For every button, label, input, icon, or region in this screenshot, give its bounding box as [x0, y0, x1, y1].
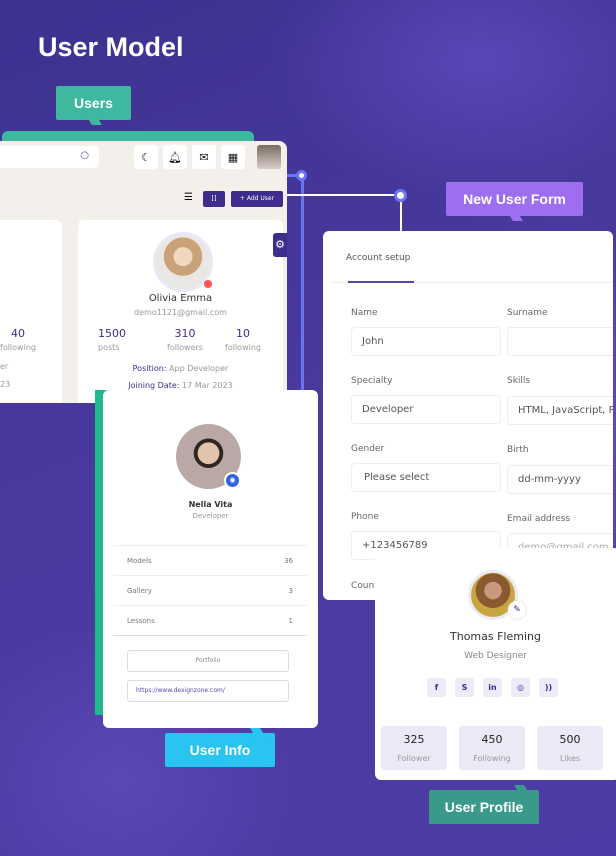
user-role: Developer — [192, 512, 229, 520]
user-profile-tag: User Profile — [429, 790, 539, 824]
surname-field[interactable] — [507, 327, 613, 356]
name-label: Name — [351, 308, 378, 318]
user-name: Nella Vita — [188, 500, 233, 509]
stat-value: 450 — [481, 733, 503, 746]
search-input[interactable]: ○ — [0, 146, 99, 168]
status-indicator — [204, 280, 212, 288]
new-user-form-tag: New User Form — [446, 182, 583, 216]
joining-label: Joining Date: — [128, 381, 180, 390]
row-value: 36 — [284, 556, 293, 565]
following-label: following — [0, 343, 36, 352]
following-count: 10 — [236, 327, 250, 340]
row-label: Lessons — [127, 616, 155, 625]
new-user-form: Account setup Name John Surname Specialt… — [323, 231, 613, 600]
position-text: er — [0, 362, 9, 371]
users-panel: ○ ☾ 🔔︎ ✉ ▦ ☰ ⁞⁞ + Add User 40 following … — [0, 141, 287, 403]
position-label: Position: — [132, 364, 167, 373]
connector-line — [301, 174, 304, 410]
posts-count: 1500 — [98, 327, 126, 340]
avatar[interactable] — [257, 145, 281, 169]
birth-field[interactable]: dd-mm-yyyy — [507, 465, 613, 494]
skills-label: Skills — [507, 376, 531, 386]
stat-value: 500 — [559, 733, 581, 746]
row-value: 3 — [288, 586, 293, 595]
followers-count: 310 — [174, 327, 196, 340]
tab-indicator — [348, 281, 414, 283]
specialty-field[interactable]: Developer — [351, 395, 501, 424]
stat-label: Likes — [559, 754, 581, 763]
joining-text: 23 — [0, 380, 11, 389]
website-link[interactable]: https://www.dexignzone.com/ — [127, 680, 289, 702]
facebook-icon[interactable]: f — [427, 678, 446, 697]
add-user-button[interactable]: + Add User — [231, 191, 283, 207]
connector-line — [287, 194, 400, 196]
linkedin-icon[interactable]: in — [483, 678, 502, 697]
user-info-card: ◉ Nella Vita Developer Models 36 Gallery 3… — [103, 390, 318, 728]
posts-label: posts — [98, 343, 120, 352]
likes-stat: 500 Likes — [537, 726, 603, 770]
user-name: Thomas Fleming — [450, 630, 541, 643]
row-value: 1 — [288, 616, 293, 625]
edit-icon[interactable]: ✎ — [508, 601, 526, 619]
birth-label: Birth — [507, 445, 529, 455]
users-tag: Users — [56, 86, 131, 120]
user-profile-card: ✎ Thomas Fleming Web Designer f S in ◎ )… — [375, 548, 616, 780]
phone-label: Phone — [351, 512, 379, 522]
rss-icon[interactable]: )) — [539, 678, 558, 697]
joining-value: 17 Mar 2023 — [182, 381, 233, 390]
grid-view-icon[interactable]: ⁞⁞ — [203, 191, 225, 207]
connector-dot — [296, 170, 307, 181]
user-card[interactable]: Olivia Emma demo1121@gmail.com 1500 posts… — [78, 220, 283, 403]
stat-label: Following — [473, 754, 511, 763]
moon-icon[interactable]: ☾ — [134, 145, 158, 169]
instagram-icon[interactable]: ◎ — [511, 678, 530, 697]
gear-icon[interactable]: ⚙ — [273, 233, 287, 257]
search-icon[interactable]: ○ — [80, 150, 89, 161]
row-label: Gallery — [127, 586, 152, 595]
stat-value: 325 — [403, 733, 425, 746]
list-item[interactable]: Models 36 — [113, 545, 307, 575]
surname-label: Surname — [507, 308, 548, 318]
user-email: demo1121@gmail.com — [134, 308, 227, 317]
connector-dot — [394, 189, 407, 202]
tab-account-setup[interactable]: Account setup — [346, 253, 410, 263]
user-role: Web Designer — [464, 651, 527, 661]
position-value: App Developer — [169, 364, 229, 373]
inbox-icon[interactable]: ✉ — [192, 145, 216, 169]
page-title: User Model — [38, 32, 184, 62]
skype-icon[interactable]: S — [455, 678, 474, 697]
following-label: following — [225, 343, 261, 352]
stage: User Model Users ○ ☾ 🔔︎ ✉ ▦ ☰ ⁞⁞ + Add U… — [0, 0, 616, 856]
follower-stat: 325 Follower — [381, 726, 447, 770]
row-label: Models — [127, 556, 152, 565]
list-item[interactable]: Lessons 1 — [113, 605, 307, 635]
user-info-tag: User Info — [165, 733, 275, 767]
following-count: 40 — [11, 327, 25, 340]
gender-label: Gender — [351, 444, 385, 454]
specialty-label: Specialty — [351, 376, 393, 386]
followers-label: followers — [167, 343, 203, 352]
bell-icon[interactable]: 🔔︎ — [163, 145, 187, 169]
stat-label: Follower — [397, 754, 431, 763]
list-view-icon[interactable]: ☰ — [184, 192, 193, 203]
calendar-icon[interactable]: ▦ — [221, 145, 245, 169]
user-card-partial: 40 following er 23 — [0, 220, 62, 403]
camera-icon[interactable]: ◉ — [224, 472, 241, 489]
name-field[interactable]: John — [351, 327, 501, 356]
email-label: Email address — [507, 514, 571, 524]
skills-field[interactable]: HTML, JavaScript, P — [507, 396, 613, 425]
following-stat: 450 Following — [459, 726, 525, 770]
gender-select[interactable]: Please select — [351, 463, 501, 492]
portfolio-button[interactable]: Portfolio — [127, 650, 289, 672]
list-item[interactable]: Gallery 3 — [113, 575, 307, 605]
user-name: Olivia Emma — [148, 293, 213, 304]
